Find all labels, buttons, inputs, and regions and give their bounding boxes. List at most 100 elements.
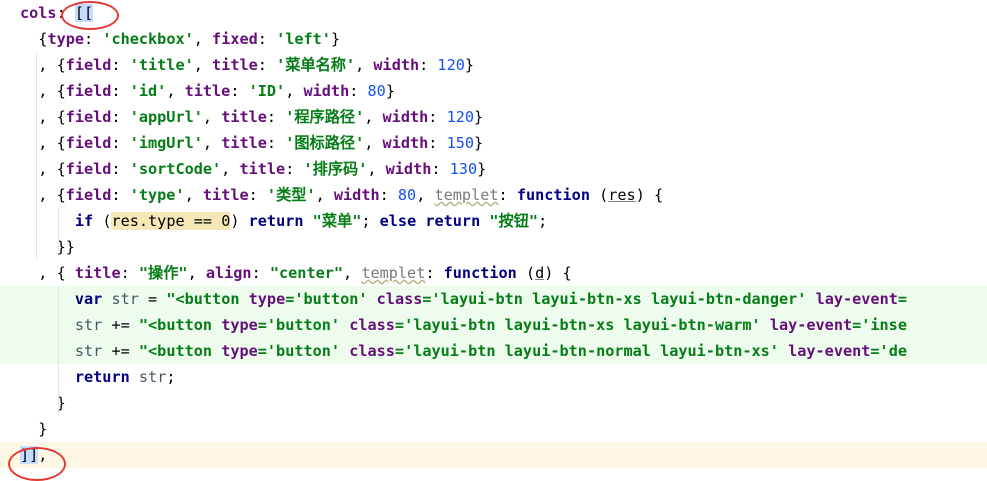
code-token: title <box>212 56 258 74</box>
code-text: } <box>20 416 47 442</box>
code-token: ='button' <box>285 290 377 308</box>
code-token: ='button' <box>257 316 350 334</box>
code-token: ='inse <box>852 316 907 334</box>
code-token: 'type' <box>129 186 185 204</box>
code-token: , <box>367 160 386 178</box>
code-line[interactable]: , {field: 'id', title: 'ID', width: 80} <box>0 78 987 104</box>
code-token: class <box>349 316 395 334</box>
code-token: : <box>285 160 304 178</box>
code-line[interactable]: , {field: 'title', title: '菜单名称', width:… <box>0 52 987 78</box>
code-token: : <box>111 56 130 74</box>
code-token: : <box>431 160 450 178</box>
code-token: : <box>111 82 130 100</box>
code-text: , {field: 'id', title: 'ID', width: 80} <box>20 78 395 104</box>
code-text: var str = "<button type='button' class='… <box>20 286 907 312</box>
code-token: 'appUrl' <box>129 108 203 126</box>
code-token: ) <box>230 212 249 230</box>
code-token: ( <box>516 264 536 282</box>
code-token: title <box>202 186 249 204</box>
code-token: ( <box>93 212 112 230</box>
code-token: += <box>102 316 139 334</box>
code-editor[interactable]: cols: [[ {type: 'checkbox', fixed: 'left… <box>0 0 987 481</box>
code-token: field <box>65 186 112 204</box>
code-text: , {field: 'imgUrl', title: '图标路径', width… <box>20 130 483 156</box>
code-line[interactable]: }} <box>0 234 987 260</box>
code-token: field <box>65 160 112 178</box>
code-token: , { <box>20 160 66 178</box>
code-text: return str; <box>20 364 176 390</box>
code-token: title <box>221 108 267 126</box>
code-token: , <box>416 186 435 204</box>
code-line[interactable]: } <box>0 416 987 442</box>
code-token: , <box>184 186 203 204</box>
code-line[interactable]: str += "<button type='button' class='lay… <box>0 312 987 338</box>
code-token: : <box>84 30 103 48</box>
code-token: , <box>193 30 213 48</box>
code-token: type <box>221 316 258 334</box>
code-line[interactable]: } <box>0 390 987 416</box>
code-line[interactable]: cols: [[ <box>0 0 987 26</box>
code-token: res <box>608 186 636 204</box>
code-token: , { <box>20 82 66 100</box>
code-line[interactable]: if (res.type == 0) return "菜单"; else ret… <box>0 208 987 234</box>
code-token: "按钮" <box>489 212 539 230</box>
code-token: width <box>373 56 420 74</box>
code-token: 'title' <box>129 56 194 74</box>
code-token: 'imgUrl' <box>129 134 203 152</box>
code-token: } <box>477 160 487 178</box>
code-token: : <box>257 30 277 48</box>
code-token: , <box>166 82 185 100</box>
code-token: else return <box>379 212 481 230</box>
code-text: , {field: 'sortCode', title: '排序码', widt… <box>20 156 486 182</box>
code-line[interactable]: return str; <box>0 364 987 390</box>
code-token: field <box>65 134 112 152</box>
code-token: title <box>184 82 231 100</box>
code-token: res.type == 0 <box>111 212 231 230</box>
code-token: type <box>248 290 286 308</box>
code-text: , {field: 'type', title: '类型', width: 80… <box>20 182 663 208</box>
code-token: title <box>239 160 286 178</box>
code-token: cols <box>20 4 57 22</box>
code-token: ; <box>361 212 380 230</box>
code-line[interactable]: , { title: "操作", align: "center", temple… <box>0 260 987 286</box>
code-line[interactable]: , {field: 'imgUrl', title: '图标路径', width… <box>0 130 987 156</box>
code-line[interactable]: {type: 'checkbox', fixed: 'left'} <box>0 26 987 52</box>
code-token: }} <box>20 238 75 256</box>
code-token: ='layui-btn layui-btn-xs layui-btn-dange… <box>422 290 816 308</box>
code-token: } <box>330 30 341 48</box>
code-token: 130 <box>449 160 478 178</box>
code-token: } <box>474 108 484 126</box>
code-token: : <box>230 82 249 100</box>
code-line[interactable]: var str = "<button type='button' class='… <box>0 286 987 312</box>
code-token: : <box>349 82 368 100</box>
code-token: "菜单" <box>312 212 362 230</box>
code-token: templet <box>434 186 499 204</box>
annotation-circle <box>8 447 66 481</box>
code-token: : <box>428 108 447 126</box>
code-token: field <box>65 108 112 126</box>
code-token: ='layui-btn layui-btn-xs layui-btn-warm' <box>394 316 770 334</box>
code-line[interactable]: , {field: 'type', title: '类型', width: 80… <box>0 182 987 208</box>
indent-guide <box>36 52 37 260</box>
code-line[interactable]: , {field: 'appUrl', title: '程序路径', width… <box>0 104 987 130</box>
code-line[interactable]: ]], <box>0 442 987 468</box>
code-token: 'checkbox' <box>102 30 194 48</box>
code-token: align <box>205 264 252 282</box>
code-line[interactable]: , {field: 'sortCode', title: '排序码', widt… <box>0 156 987 182</box>
code-token: , <box>202 108 222 126</box>
code-token: } <box>385 82 395 100</box>
code-token: } <box>464 56 475 74</box>
code-token: , <box>343 264 362 282</box>
code-token: str <box>111 290 139 308</box>
code-token: : <box>251 264 270 282</box>
code-token: 120 <box>446 108 474 126</box>
code-token: : <box>257 56 277 74</box>
code-line[interactable]: str += "<button type='button' class='lay… <box>0 338 987 364</box>
code-token: str <box>138 368 167 386</box>
code-token: } <box>474 134 484 152</box>
